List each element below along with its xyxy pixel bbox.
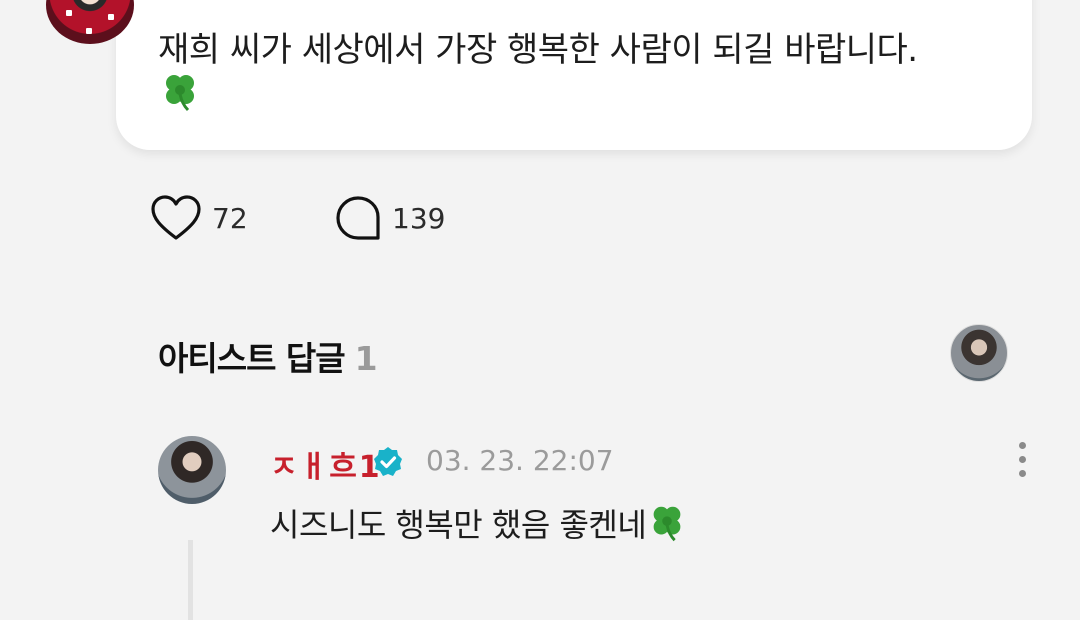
comment-count: 139 bbox=[392, 201, 446, 235]
more-dot-icon bbox=[1019, 456, 1026, 463]
artist-replies-heading: 아티스트 답글 1 bbox=[158, 332, 378, 380]
heart-icon bbox=[151, 195, 201, 240]
clover-emoji-icon bbox=[166, 75, 194, 112]
like-count: 72 bbox=[212, 201, 248, 235]
avatar-pattern bbox=[66, 10, 72, 16]
more-dot-icon bbox=[1019, 442, 1026, 449]
artist-replies-count: 1 bbox=[354, 339, 378, 378]
reply-thread-line bbox=[188, 540, 193, 620]
comment-button[interactable]: 139 bbox=[334, 192, 445, 244]
artist-replies-title: 아티스트 답글 bbox=[158, 339, 346, 378]
reply-timestamp: 03. 23. 22:07 bbox=[426, 444, 614, 477]
reply-text: 시즈니도 행복만 했음 좋켄네 bbox=[270, 500, 688, 546]
reply-text-content: 시즈니도 행복만 했음 좋켄네 bbox=[270, 506, 647, 544]
like-button[interactable]: 72 bbox=[150, 192, 248, 244]
reply-author-name[interactable]: ㅈㅐ흐1 bbox=[270, 442, 382, 486]
verified-badge-icon bbox=[374, 447, 402, 476]
post-text: 재희 씨가 세상에서 가장 행복한 사람이 되길 바랍니다. bbox=[158, 30, 918, 70]
comment-bubble-icon bbox=[336, 196, 380, 240]
reply-author-avatar[interactable] bbox=[158, 436, 226, 504]
avatar-pattern bbox=[86, 28, 92, 34]
clover-emoji-icon bbox=[653, 506, 681, 542]
avatar-pattern bbox=[108, 14, 114, 20]
artist-avatar[interactable] bbox=[950, 324, 1008, 382]
more-dot-icon bbox=[1019, 470, 1026, 477]
more-options-button[interactable] bbox=[1006, 438, 1038, 482]
